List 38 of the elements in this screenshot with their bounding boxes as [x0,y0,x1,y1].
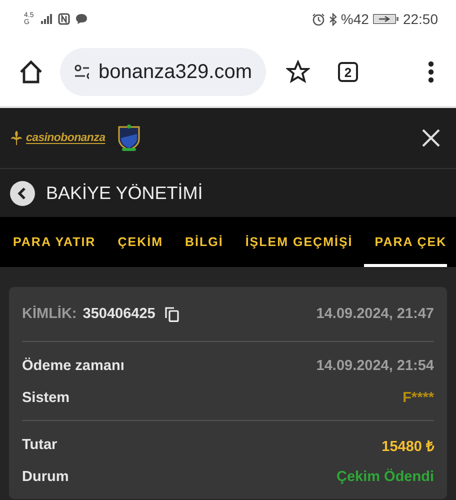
menu-icon[interactable] [428,61,434,83]
tab[interactable]: BİLGİ [174,217,234,267]
tab-count-button[interactable]: 2 [338,62,358,82]
star-icon[interactable] [286,60,310,84]
id-value: 350406425 [82,306,156,322]
field-value: Çekim Ödendi [336,469,434,485]
field-value: 14.09.2024, 21:54 [316,358,434,374]
field-label: Tutar [22,437,58,453]
nfc-icon [58,13,70,25]
copy-icon[interactable] [165,306,180,322]
home-icon[interactable] [18,59,44,85]
tab[interactable]: PARA YATIR [2,217,107,267]
signal-icon [41,14,53,24]
created-date: 14.09.2024, 21:47 [316,306,434,322]
id-label: KİMLİK: [22,306,77,322]
message-icon [75,13,88,25]
logo-text[interactable]: casinobonanza [26,132,106,144]
field-value: 15480 ₺ [382,438,434,455]
fleur-icon [10,131,22,145]
alarm-icon [312,12,325,26]
shield-badge-icon [117,124,142,152]
field-label: Ödeme zamanı [22,358,124,374]
clock-time: 22:50 [402,11,438,27]
url-field[interactable]: bonanza329.com [98,60,252,84]
tab[interactable]: İŞLEM GEÇMİŞİ [234,217,364,267]
address-bar[interactable]: bonanza329.com [60,48,266,96]
close-icon[interactable] [422,129,440,147]
page-title: BAKİYE YÖNETİMİ [46,182,203,204]
tab[interactable]: PARA ÇEK [364,217,447,267]
field-label: Sistem [22,390,70,406]
site-settings-icon[interactable] [74,64,89,80]
battery-percent: %42 [340,11,369,27]
back-icon[interactable] [10,180,35,206]
battery-icon [372,13,399,25]
field-label: Durum [22,469,69,485]
field-value: F**** [402,390,434,406]
bluetooth-icon [328,12,337,26]
tab[interactable]: ÇEKİM [106,217,174,267]
